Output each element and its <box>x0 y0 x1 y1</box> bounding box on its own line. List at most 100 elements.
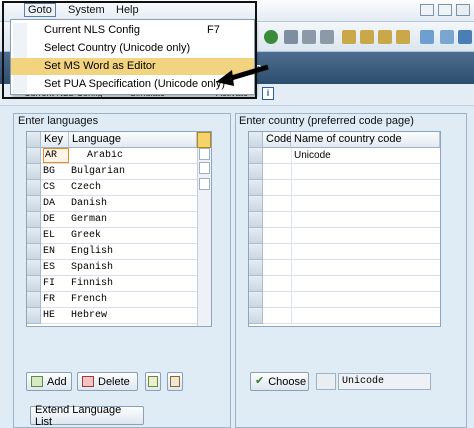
row-selector[interactable] <box>27 228 41 244</box>
table-row[interactable] <box>249 308 440 324</box>
find-next-icon[interactable] <box>320 30 334 44</box>
extend-language-list-label: Extend Language List <box>35 403 122 428</box>
column-header-code[interactable]: Code <box>263 132 292 148</box>
delete-button[interactable]: Delete <box>77 372 138 391</box>
table-row[interactable]: Unicode <box>249 148 440 164</box>
row-selector[interactable] <box>249 148 263 164</box>
table-row[interactable]: ES Spanish <box>27 260 197 276</box>
help-icon[interactable] <box>458 30 472 44</box>
table-row[interactable]: FR French <box>27 292 197 308</box>
table-row[interactable]: FI Finnish <box>27 276 197 292</box>
maximize-icon[interactable] <box>438 4 452 16</box>
language-key-cell[interactable]: HE <box>43 310 55 321</box>
scroll-page-icon[interactable] <box>199 178 210 190</box>
languages-table: Key Language AR Arabic BG Bulgarian CS Czech D… <box>26 131 212 327</box>
row-selector[interactable] <box>27 276 41 292</box>
column-divider <box>291 196 292 212</box>
language-key-cell[interactable]: EN <box>43 246 55 257</box>
table-row[interactable]: HE Hebrew <box>27 308 197 324</box>
table-row[interactable]: CS Czech <box>27 180 197 196</box>
row-selector[interactable] <box>27 260 41 276</box>
row-selector[interactable] <box>249 196 263 212</box>
language-key-cell[interactable]: DE <box>43 214 55 225</box>
language-key-cell[interactable]: CS <box>43 182 55 193</box>
row-selector[interactable] <box>249 308 263 324</box>
table-row[interactable]: AR Arabic <box>27 148 197 164</box>
row-selector[interactable] <box>27 292 41 308</box>
add-button[interactable]: Add <box>26 372 72 391</box>
first-page-icon[interactable] <box>342 30 356 44</box>
shortcut-icon[interactable] <box>440 30 454 44</box>
language-key-cell[interactable]: FI <box>43 278 55 289</box>
new-session-icon[interactable] <box>420 30 434 44</box>
row-selector[interactable] <box>27 180 41 196</box>
language-key-cell[interactable]: AR <box>43 148 69 163</box>
row-selector[interactable] <box>27 196 41 212</box>
language-name-cell: Bulgarian <box>71 166 126 177</box>
menu-item-label: Current NLS Config <box>44 24 140 36</box>
minimize-icon[interactable] <box>420 4 434 16</box>
table-row[interactable] <box>249 228 440 244</box>
row-selector[interactable] <box>27 148 41 164</box>
row-selector[interactable] <box>249 292 263 308</box>
row-selector[interactable] <box>249 276 263 292</box>
print-icon[interactable] <box>284 30 298 44</box>
column-header-language[interactable]: Language <box>69 132 197 148</box>
row-selector[interactable] <box>27 164 41 180</box>
delete-icon <box>82 376 94 387</box>
row-selector[interactable] <box>249 228 263 244</box>
table-row[interactable] <box>249 180 440 196</box>
scroll-up-icon[interactable] <box>199 148 210 160</box>
language-name-cell: Czech <box>71 182 102 193</box>
last-page-icon[interactable] <box>396 30 410 44</box>
back-icon[interactable] <box>264 30 278 44</box>
table-row[interactable] <box>249 260 440 276</box>
extend-language-list-button[interactable]: Extend Language List <box>30 403 144 428</box>
table-row[interactable] <box>249 196 440 212</box>
table-row[interactable]: DA Danish <box>27 196 197 212</box>
table-row[interactable] <box>249 244 440 260</box>
deselect-all-icon <box>170 376 180 387</box>
menu-item-select-country[interactable]: Select Country (Unicode only) <box>11 40 254 57</box>
row-selector[interactable] <box>249 260 263 276</box>
language-key-cell[interactable]: ES <box>43 262 55 273</box>
row-selector[interactable] <box>27 308 41 324</box>
language-key-cell[interactable]: DA <box>43 198 55 209</box>
table-row[interactable]: BG Bulgarian <box>27 164 197 180</box>
table-row[interactable] <box>249 276 440 292</box>
table-row[interactable] <box>249 164 440 180</box>
column-header-key[interactable]: Key <box>41 132 69 148</box>
column-divider <box>291 148 292 164</box>
column-divider <box>291 244 292 260</box>
close-icon[interactable] <box>456 4 470 16</box>
language-name-cell: French <box>71 294 108 305</box>
table-row[interactable]: EN English <box>27 244 197 260</box>
country-select-all-cell[interactable] <box>249 132 263 148</box>
choose-button[interactable]: ✔ Choose <box>250 372 309 391</box>
previous-page-icon[interactable] <box>360 30 374 44</box>
scroll-thumb[interactable] <box>199 162 210 174</box>
language-key-cell[interactable]: BG <box>43 166 55 177</box>
select-all-button[interactable] <box>145 372 161 391</box>
language-key-cell[interactable]: EL <box>43 230 55 241</box>
find-icon[interactable] <box>302 30 316 44</box>
table-row[interactable]: DE German <box>27 212 197 228</box>
row-selector[interactable] <box>27 244 41 260</box>
next-page-icon[interactable] <box>378 30 392 44</box>
row-selector[interactable] <box>249 180 263 196</box>
country-code-field[interactable] <box>316 373 336 390</box>
column-header-country-name[interactable]: Name of country code <box>291 132 440 148</box>
select-all-cell[interactable] <box>27 132 41 148</box>
table-row[interactable] <box>249 212 440 228</box>
deselect-all-button[interactable] <box>167 372 183 391</box>
table-row[interactable]: EL Greek <box>27 228 197 244</box>
row-selector[interactable] <box>249 244 263 260</box>
row-selector[interactable] <box>249 212 263 228</box>
menu-item-current-nls-config[interactable]: Current NLS Config F7 <box>11 22 254 39</box>
table-row[interactable] <box>249 292 440 308</box>
row-selector[interactable] <box>27 212 41 228</box>
languages-scrollbar[interactable] <box>197 148 211 326</box>
language-key-cell[interactable]: FR <box>43 294 55 305</box>
table-settings-icon[interactable] <box>197 132 211 148</box>
row-selector[interactable] <box>249 164 263 180</box>
